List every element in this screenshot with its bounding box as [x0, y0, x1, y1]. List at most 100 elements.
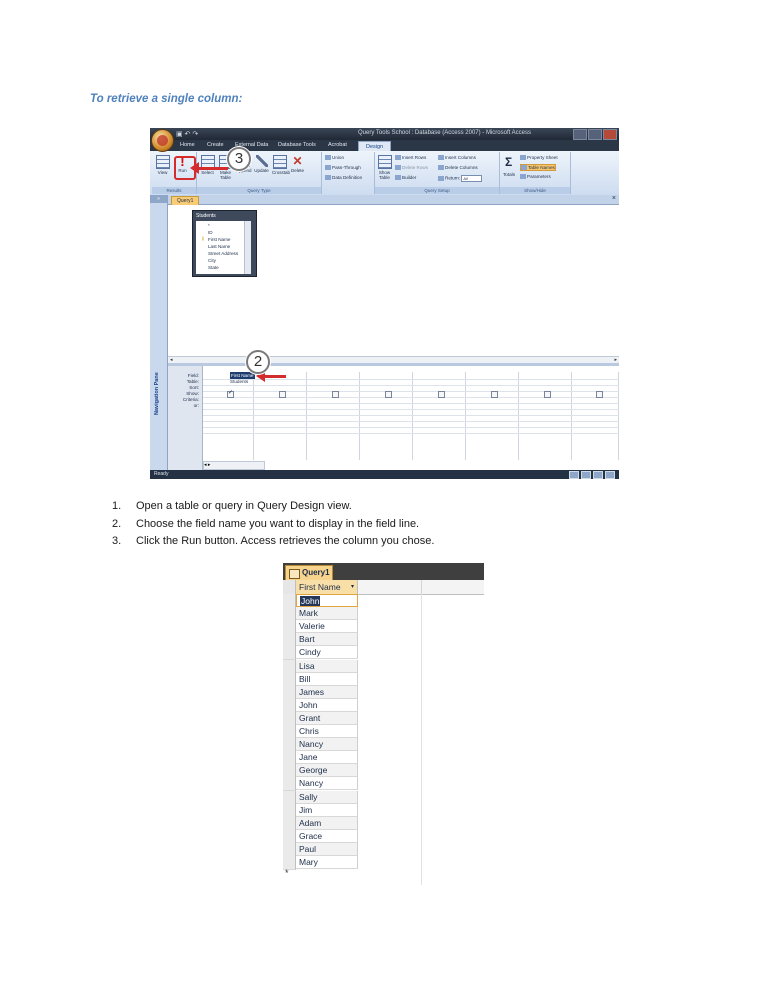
- table-cell-students[interactable]: Students: [230, 379, 248, 384]
- row-selector[interactable]: [283, 620, 296, 635]
- table-row[interactable]: George: [296, 764, 358, 778]
- grid-hscrollbar[interactable]: ◂ ▸: [203, 461, 265, 470]
- quick-access-toolbar[interactable]: ▣ ↶ ↷: [176, 130, 198, 138]
- table-row[interactable]: Grant: [296, 711, 358, 725]
- pass-through-button[interactable]: Pass-Through: [325, 165, 361, 171]
- show-checkbox[interactable]: [491, 391, 498, 398]
- table-row[interactable]: Lisa: [296, 659, 358, 673]
- table-field-list[interactable]: * ⚷ ID First Name Last Name Street Addre…: [196, 221, 251, 274]
- table-row[interactable]: Nancy: [296, 777, 358, 791]
- row-selector[interactable]: [283, 764, 296, 779]
- table-row[interactable]: Mark: [296, 607, 358, 621]
- field-cell-first-name[interactable]: First Name: [230, 372, 255, 379]
- field-list-item[interactable]: Last Name: [208, 244, 230, 249]
- return-control[interactable]: Return: All: [438, 175, 483, 182]
- insert-columns-button[interactable]: Insert Columns: [438, 155, 476, 161]
- first-name-column-header[interactable]: First Name ▾: [296, 580, 358, 594]
- table-names-button[interactable]: Table Names: [520, 164, 556, 172]
- field-list-item[interactable]: First Name: [208, 237, 230, 242]
- table-row[interactable]: James: [296, 685, 358, 699]
- crosstab-button[interactable]: Crosstab: [272, 155, 290, 175]
- delete-query-button[interactable]: ✕ Delete: [290, 155, 305, 173]
- union-button[interactable]: Union: [325, 155, 344, 161]
- tab-acrobat[interactable]: Acrobat: [328, 142, 347, 148]
- pivot-view-icon[interactable]: [581, 471, 591, 479]
- row-selector[interactable]: [283, 659, 296, 674]
- table-row[interactable]: John: [296, 594, 358, 608]
- row-selector[interactable]: [283, 633, 296, 648]
- update-button[interactable]: Update: [254, 155, 269, 173]
- row-selector[interactable]: [283, 672, 296, 687]
- delete-rows-button[interactable]: Delete Rows: [395, 165, 428, 171]
- row-selector[interactable]: [283, 829, 296, 844]
- show-table-button[interactable]: Show Table: [377, 155, 392, 180]
- row-selector[interactable]: [283, 738, 296, 753]
- close-window-button[interactable]: [603, 129, 617, 140]
- field-list-item[interactable]: *: [208, 223, 210, 228]
- field-list-item[interactable]: ID: [208, 230, 213, 235]
- table-row[interactable]: Valerie: [296, 620, 358, 634]
- tab-create[interactable]: Create: [207, 142, 224, 148]
- row-selector[interactable]: [283, 751, 296, 766]
- table-row[interactable]: Jim: [296, 803, 358, 817]
- row-selector[interactable]: [283, 725, 296, 740]
- row-selector[interactable]: [283, 803, 296, 818]
- show-checkbox[interactable]: [227, 389, 234, 398]
- table-row[interactable]: Nancy: [296, 738, 358, 752]
- row-selector[interactable]: [283, 790, 296, 805]
- table-row[interactable]: Mary: [296, 856, 358, 870]
- column-dropdown-icon[interactable]: ▾: [351, 580, 354, 594]
- table-row[interactable]: John: [296, 698, 358, 712]
- show-checkbox[interactable]: [596, 391, 603, 398]
- table-row[interactable]: Paul: [296, 842, 358, 856]
- row-selector[interactable]: [283, 842, 296, 857]
- scroll-right-icon[interactable]: ▸: [208, 462, 211, 468]
- view-button[interactable]: View: [155, 155, 170, 175]
- scroll-left-icon[interactable]: ◂: [204, 462, 207, 468]
- row-selector[interactable]: [283, 698, 296, 713]
- design-view-icon[interactable]: [605, 471, 615, 479]
- totals-button[interactable]: Totals: [503, 172, 515, 177]
- field-list-item[interactable]: State: [208, 265, 219, 270]
- show-checkbox[interactable]: [385, 391, 392, 398]
- return-select[interactable]: All: [461, 175, 483, 182]
- show-checkbox[interactable]: [544, 391, 551, 398]
- row-selector[interactable]: [283, 711, 296, 726]
- close-document-icon[interactable]: ×: [612, 195, 616, 202]
- tab-database-tools[interactable]: Database Tools: [278, 142, 316, 148]
- show-checkbox[interactable]: [279, 391, 286, 398]
- table-row[interactable]: Bart: [296, 633, 358, 647]
- row-selector[interactable]: [283, 777, 296, 792]
- table-row[interactable]: Bill: [296, 672, 358, 686]
- row-selector[interactable]: [283, 646, 296, 661]
- new-record-icon[interactable]: *: [285, 868, 289, 878]
- sql-view-icon[interactable]: [593, 471, 603, 479]
- office-button[interactable]: [151, 129, 174, 152]
- show-checkbox[interactable]: [332, 391, 339, 398]
- select-query-button[interactable]: Select: [200, 155, 215, 175]
- row-selector[interactable]: [283, 607, 296, 622]
- maximize-button[interactable]: [588, 129, 602, 140]
- field-list-scrollbar[interactable]: [244, 221, 251, 274]
- table-row[interactable]: Adam: [296, 816, 358, 830]
- students-table-box[interactable]: Students * ⚷ ID First Name Last Name Str…: [192, 210, 257, 277]
- navigation-pane[interactable]: » Navigation Pane: [150, 195, 168, 470]
- builder-button[interactable]: Builder: [395, 175, 416, 181]
- table-row[interactable]: Chris: [296, 725, 358, 739]
- totals-sigma-icon[interactable]: Σ: [505, 155, 512, 169]
- data-definition-button[interactable]: Data Definition: [325, 175, 362, 181]
- select-all-corner[interactable]: [283, 580, 296, 594]
- parameters-button[interactable]: Parameters: [520, 174, 551, 180]
- row-selector[interactable]: [283, 816, 296, 831]
- insert-rows-button[interactable]: Insert Rows: [395, 155, 426, 161]
- tab-home[interactable]: Home: [180, 142, 195, 148]
- minimize-button[interactable]: [573, 129, 587, 140]
- delete-columns-button[interactable]: Delete Columns: [438, 165, 478, 171]
- table-row[interactable]: Cindy: [296, 646, 358, 660]
- show-checkbox[interactable]: [438, 391, 445, 398]
- query1-result-tab[interactable]: Query1: [285, 565, 333, 581]
- datasheet-view-icon[interactable]: [569, 471, 579, 479]
- row-selector[interactable]: [283, 685, 296, 700]
- table-row[interactable]: Sally: [296, 790, 358, 804]
- nav-pane-toggle-icon[interactable]: »: [150, 195, 167, 203]
